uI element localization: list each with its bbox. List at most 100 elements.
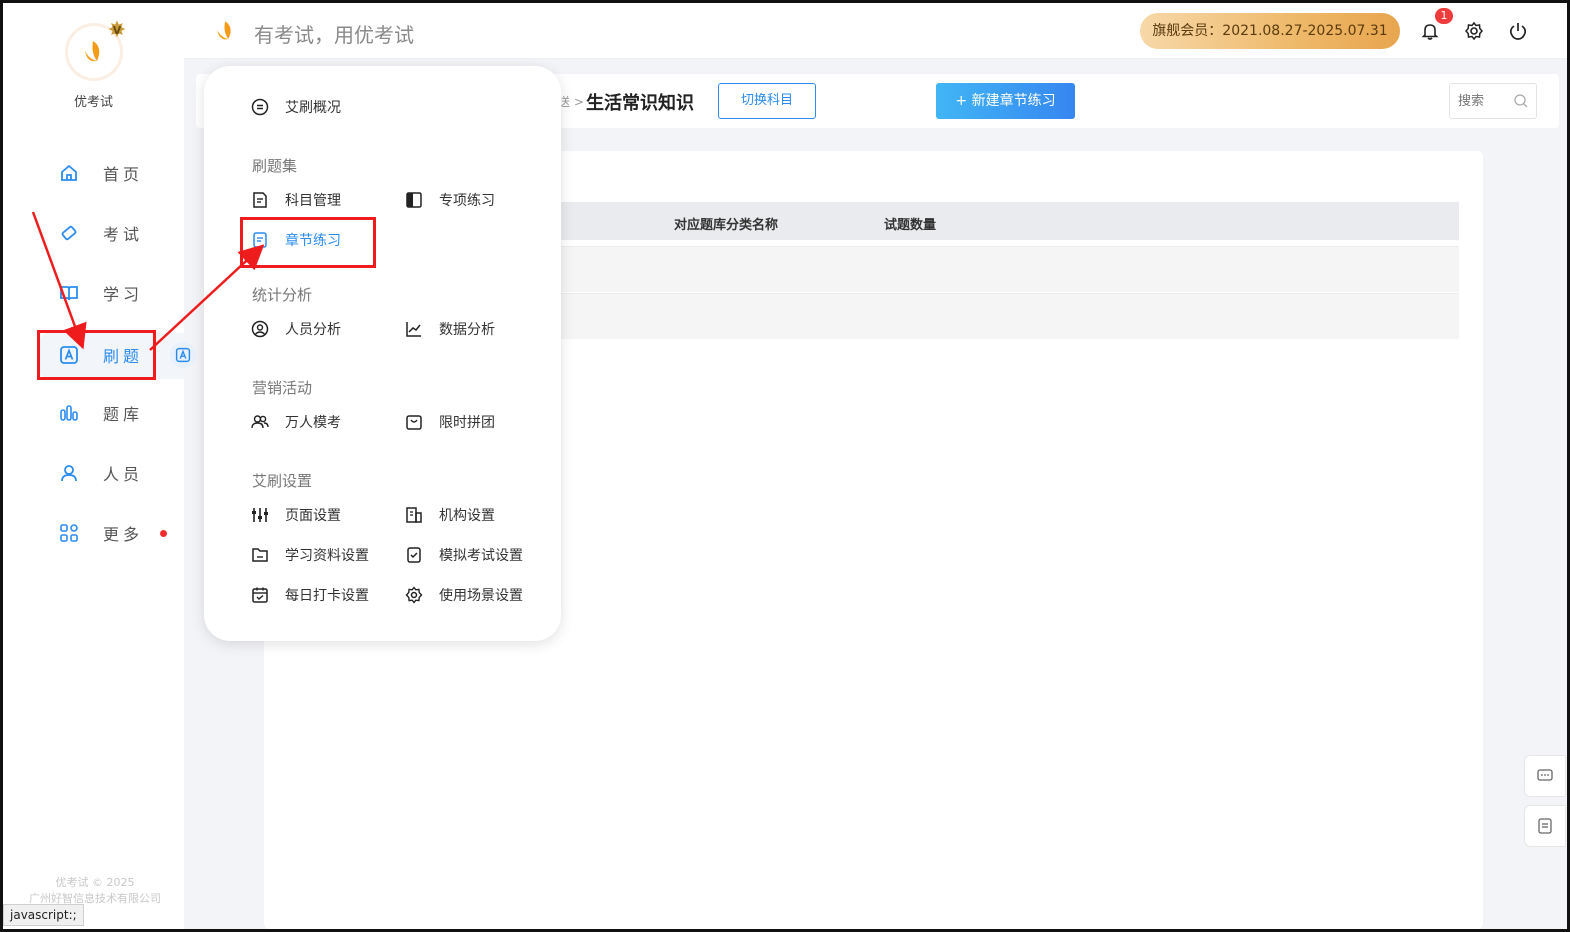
column-header-count: 试题数量 (884, 218, 937, 233)
sidebar-item-study[interactable]: 学习 (3, 271, 184, 315)
overview-icon (250, 97, 270, 117)
sidebar-item-label: 考试 (103, 225, 144, 244)
footer-copyright: 优考试 © 2025 (55, 876, 135, 889)
sidebar: ✸ V 优考试 首页 考试 学习 刷题 题库 人员 更多 优考试 © 2025 … (3, 3, 186, 929)
file-icon (250, 190, 270, 210)
menu-item-label: 专项练习 (439, 193, 495, 209)
menu-item-mock-exam-settings[interactable]: 模拟考试设置 (404, 543, 523, 567)
menu-item-user-analysis[interactable]: 人员分析 (250, 317, 341, 341)
letter-a-icon (175, 347, 191, 363)
bar-chart-icon (59, 403, 79, 423)
menu-section-title: 营销活动 (252, 379, 313, 397)
menu-item-label: 数据分析 (439, 322, 495, 338)
menu-item-study-material-settings[interactable]: 学习资料设置 (250, 543, 369, 567)
document-icon (1538, 818, 1552, 834)
sidebar-item-label: 人员 (103, 465, 144, 484)
search-box[interactable] (1449, 83, 1537, 119)
menu-item-label: 限时拼团 (439, 415, 495, 431)
menu-section-title: 统计分析 (252, 286, 313, 304)
letter-a-icon (59, 345, 79, 365)
trend-chart-icon (404, 319, 424, 339)
column-header-category: 对应题库分类名称 (674, 218, 779, 233)
vip-badge-text: V (112, 24, 122, 37)
settings-button[interactable] (1462, 19, 1486, 43)
menu-item-label: 页面设置 (285, 508, 341, 524)
practice-dropdown-menu: 艾刷概况 刷题集 科目管理 专项练习 章节练习 统计分析 人员分析 数据分析 营… (204, 66, 561, 641)
book-icon (59, 283, 79, 303)
status-bar-link: javascript:; (3, 904, 84, 926)
notification-dot (160, 529, 167, 537)
list-file-icon (250, 230, 270, 250)
sidebar-item-label: 更多 (103, 525, 144, 544)
calendar-check-icon (250, 585, 270, 605)
user-icon (59, 463, 79, 483)
gear-icon (1465, 21, 1483, 41)
menu-item-overview[interactable]: 艾刷概况 (250, 95, 341, 119)
group-users-icon (250, 412, 270, 432)
menu-item-page-settings[interactable]: 页面设置 (250, 503, 341, 527)
header-slogan: 有考试，用优考试 (254, 23, 414, 47)
menu-item-special-practice[interactable]: 专项练习 (404, 188, 495, 212)
sidebar-item-users[interactable]: 人员 (3, 451, 184, 495)
menu-item-label: 模拟考试设置 (439, 548, 523, 564)
menu-item-label: 机构设置 (439, 508, 495, 524)
logout-button[interactable] (1506, 19, 1530, 43)
menu-item-usage-scene-settings[interactable]: 使用场景设置 (404, 583, 523, 607)
document-button[interactable] (1524, 805, 1566, 847)
split-square-icon (404, 190, 424, 210)
menu-item-data-analysis[interactable]: 数据分析 (404, 317, 495, 341)
gear-icon (404, 585, 424, 605)
membership-badge[interactable]: 旗舰会员：2021.08.27-2025.07.31 (1140, 13, 1400, 49)
sidebar-item-label: 刷题 (103, 347, 144, 366)
practice-submenu-icon[interactable] (170, 342, 196, 368)
power-icon (1509, 23, 1527, 40)
menu-section-title: 刷题集 (252, 157, 298, 175)
page-title: 生活常识知识 (586, 93, 694, 114)
bell-icon (1421, 24, 1439, 40)
sidebar-item-practice[interactable]: 刷题 (3, 333, 184, 377)
menu-item-label: 每日打卡设置 (285, 588, 369, 604)
switch-subject-button[interactable]: 切换科目 (718, 83, 816, 119)
sidebar-item-label: 题库 (103, 405, 144, 424)
table-row[interactable] (540, 293, 1459, 339)
search-input[interactable] (1458, 84, 1510, 118)
sidebar-item-label: 学习 (103, 285, 144, 304)
top-header: 有考试，用优考试 旗舰会员：2021.08.27-2025.07.31 1 (184, 3, 1567, 59)
menu-item-chapter-practice[interactable]: 章节练习 (250, 228, 341, 252)
eraser-icon (59, 223, 79, 243)
breadcrumb[interactable]: 送 > (558, 93, 584, 110)
sidebar-item-question-bank[interactable]: 题库 (3, 391, 184, 435)
menu-item-label: 人员分析 (285, 322, 341, 338)
table-row[interactable] (540, 246, 1459, 292)
checklist-icon (404, 545, 424, 565)
menu-item-org-settings[interactable]: 机构设置 (404, 503, 495, 527)
menu-item-mass-mock-exam[interactable]: 万人模考 (250, 410, 341, 434)
feedback-button[interactable] (1524, 755, 1566, 797)
menu-item-label: 使用场景设置 (439, 588, 523, 604)
menu-item-subject-management[interactable]: 科目管理 (250, 188, 341, 212)
building-icon (404, 505, 424, 525)
menu-section-title: 艾刷设置 (252, 472, 313, 490)
sidebar-item-home[interactable]: 首页 (3, 151, 184, 195)
sidebar-item-label: 首页 (103, 165, 144, 184)
menu-item-group-buy[interactable]: 限时拼团 (404, 410, 495, 434)
shopping-bag-icon (404, 412, 424, 432)
brand-leaf-icon[interactable] (214, 19, 238, 43)
user-circle-icon (250, 319, 270, 339)
chat-icon (1537, 769, 1553, 781)
vip-badge-icon: ✸ V (105, 19, 129, 43)
menu-item-label: 章节练习 (285, 233, 341, 249)
notification-count-badge: 1 (1435, 8, 1453, 24)
sliders-icon (250, 505, 270, 525)
sidebar-item-exam[interactable]: 考试 (3, 211, 184, 255)
home-icon (59, 163, 79, 183)
apps-icon (59, 523, 79, 543)
sidebar-item-more[interactable]: 更多 (3, 511, 184, 555)
search-icon[interactable] (1513, 93, 1529, 109)
menu-item-label: 万人模考 (285, 415, 341, 431)
menu-item-daily-checkin-settings[interactable]: 每日打卡设置 (250, 583, 369, 607)
menu-item-label: 艾刷概况 (285, 100, 341, 116)
menu-item-label: 学习资料设置 (285, 548, 369, 564)
new-chapter-practice-button[interactable]: + 新建章节练习 (936, 83, 1075, 119)
folder-icon (250, 545, 270, 565)
